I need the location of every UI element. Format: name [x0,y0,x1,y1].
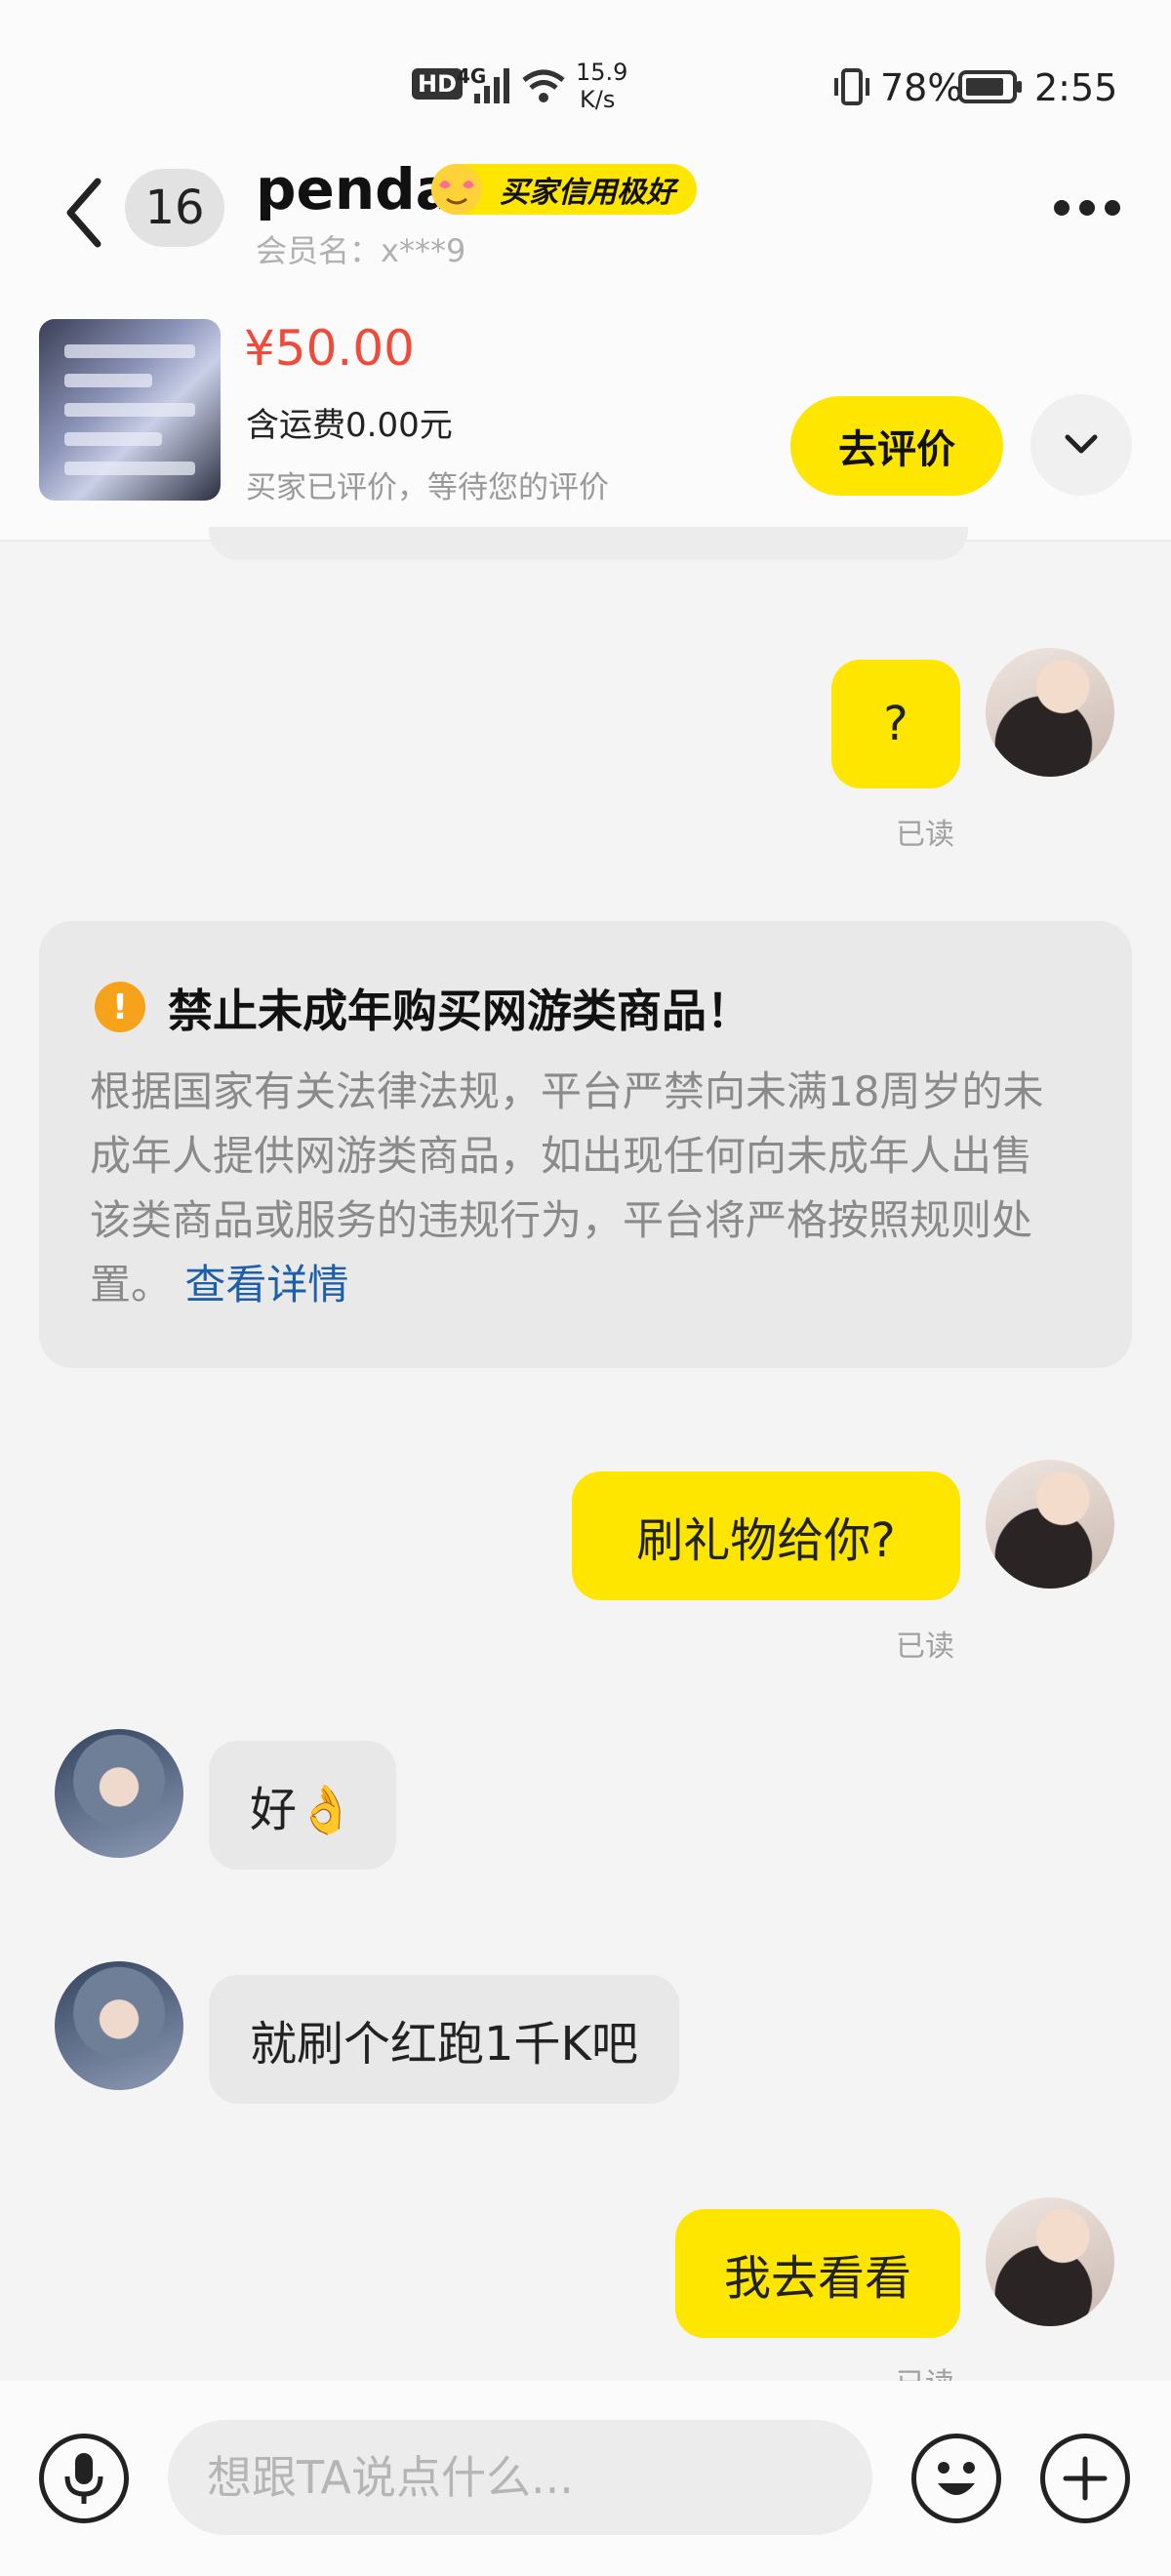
chevron-down-icon [1065,434,1098,454]
order-status: 买家已评价，等待您的评价 [246,470,609,505]
warning-icon: ! [95,982,145,1032]
notice-details-link[interactable]: 查看详情 [184,1261,348,1308]
hd-badge: HD [412,68,464,100]
contact-avatar[interactable] [55,1961,183,2090]
message-input[interactable] [168,2420,872,2535]
status-bar: HD 4G 15.9 K/s 78% 2:55 [0,0,1171,161]
message-bubble-sent[interactable]: ? [831,660,960,788]
vibrate-icon [834,68,869,105]
battery-percent: 78% [880,66,963,109]
message-bubble-received[interactable]: 好👌 [209,1741,396,1870]
more-icon[interactable] [1052,195,1122,221]
my-avatar[interactable] [986,2197,1114,2326]
voice-button[interactable] [39,2434,129,2523]
back-chevron-icon[interactable] [57,174,115,252]
my-avatar[interactable] [986,1460,1114,1589]
wifi-icon [522,69,565,102]
emoji-icon [938,2462,975,2495]
expand-order-button[interactable] [1030,394,1132,496]
message-bubble-sent[interactable]: 我去看看 [675,2209,960,2338]
emoji-button[interactable] [911,2434,1001,2523]
previous-message-edge [209,527,968,560]
my-avatar[interactable] [986,648,1114,777]
notice-body: 根据国家有关法律法规，平台严禁向未满18周岁的未成年人提供网游类商品，如出现任何… [90,1060,1066,1317]
net-speed-unit: K/s [580,86,616,113]
product-thumbnail[interactable] [39,319,221,501]
credit-face-icon [431,164,482,215]
contact-name[interactable]: penda [256,156,454,222]
read-receipt: 已读 [896,818,954,852]
message-bubble-sent[interactable]: 刷礼物给你? [572,1471,960,1600]
signal-icon [474,68,509,103]
clock: 2:55 [1034,66,1118,109]
more-actions-button[interactable] [1040,2434,1130,2523]
net-speed-value: 15.9 [576,59,628,86]
shipping-fee: 含运费0.00元 [246,406,453,445]
order-price: ¥50.00 [244,320,415,377]
member-name: 会员名：x***9 [256,232,466,269]
microphone-icon [64,2453,103,2504]
notice-title: 禁止未成年购买网游类商品！ [168,985,751,1037]
plus-icon [1063,2456,1108,2501]
contact-avatar[interactable] [55,1729,183,1858]
message-bubble-received[interactable]: 就刷个红跑1千K吧 [209,1975,680,2104]
review-button[interactable]: 去评价 [790,396,1003,496]
battery-icon [958,70,1022,103]
read-receipt: 已读 [896,1630,954,1664]
unread-count-badge[interactable]: 16 [125,169,224,247]
